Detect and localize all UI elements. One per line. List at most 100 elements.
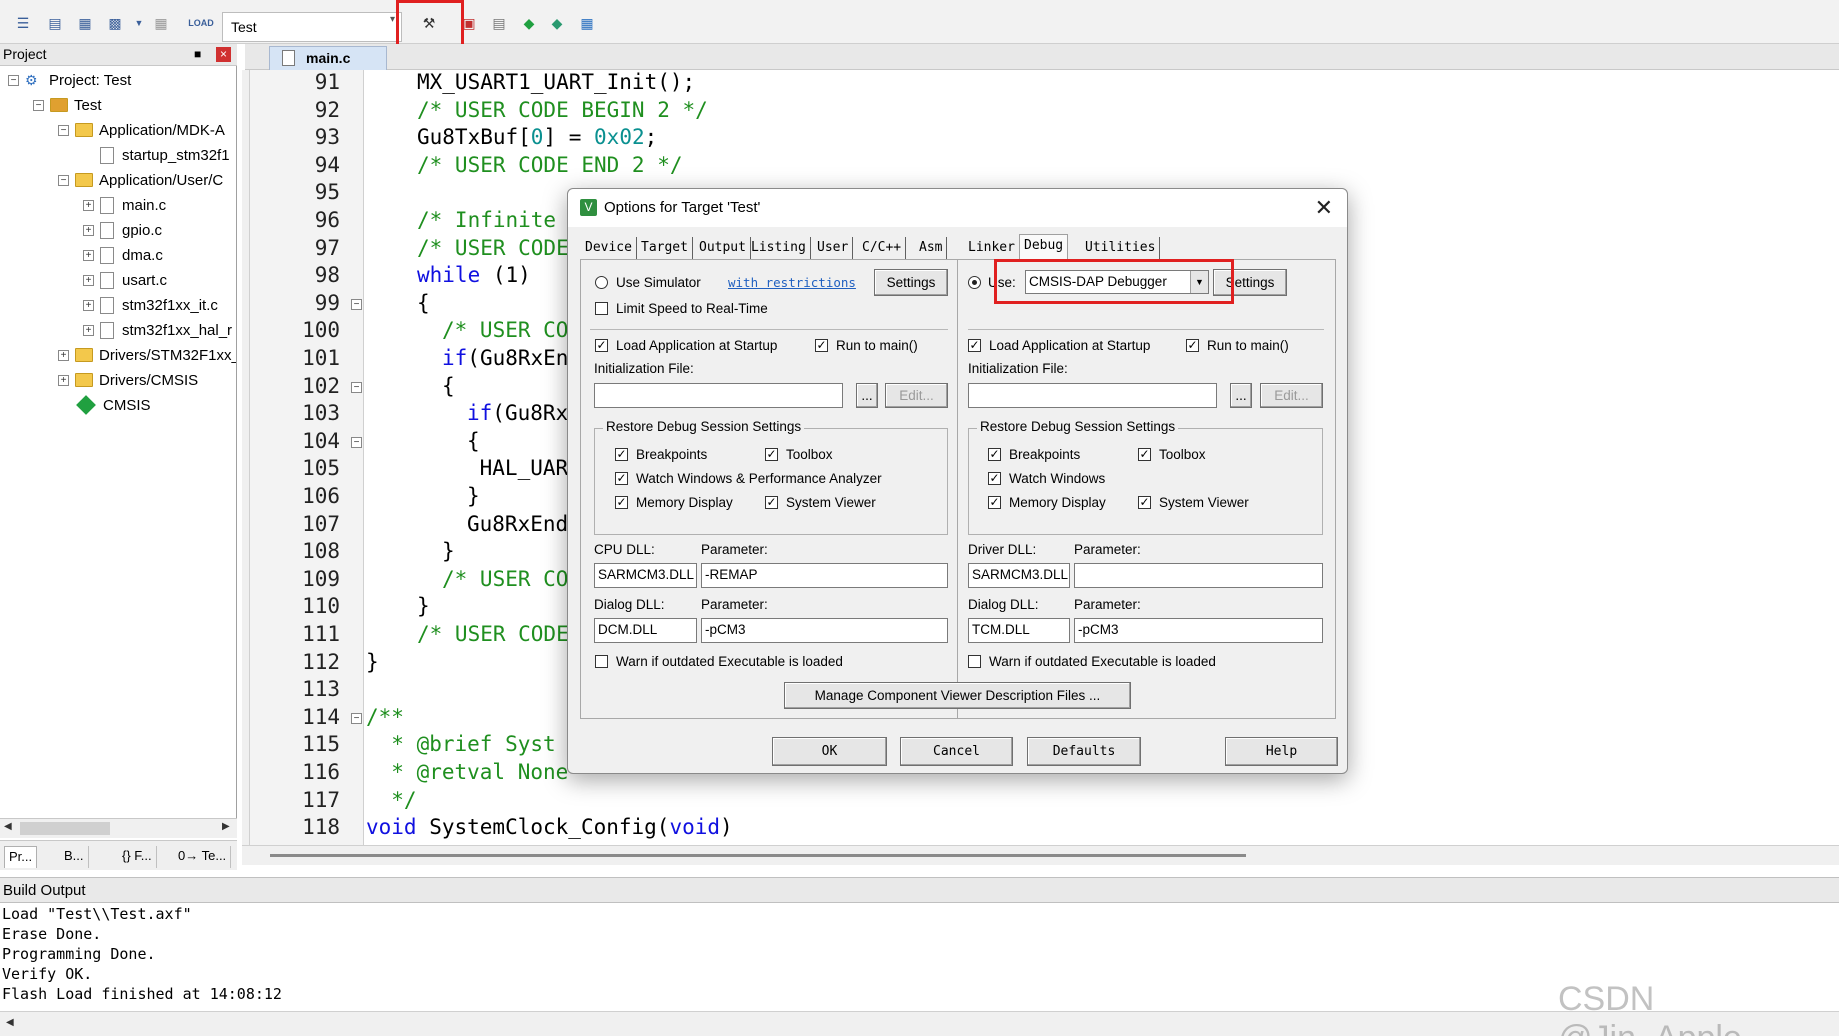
translate-icon[interactable]: ☰ xyxy=(12,12,34,34)
tree-item[interactable]: + stm32f1xx_it.c xyxy=(83,294,218,316)
cpu-dll-field[interactable]: SARMCM3.DLL xyxy=(594,563,697,588)
expand-icon[interactable]: + xyxy=(83,199,94,211)
select-packs-icon[interactable]: ◆ xyxy=(518,12,540,34)
batch-build-icon[interactable]: ▩ xyxy=(104,12,126,34)
target-select[interactable]: Test xyxy=(222,12,402,42)
scroll-thumb[interactable] xyxy=(20,822,110,835)
collapse-icon[interactable]: − xyxy=(58,174,69,186)
code-line[interactable]: HAL_UART xyxy=(467,456,581,480)
tab-utilities[interactable]: Utilities xyxy=(1081,237,1161,259)
edit-button[interactable]: Edit... xyxy=(1260,383,1323,408)
tree-item[interactable]: − ⚙ Project: Test xyxy=(8,69,131,91)
scroll-thumb[interactable] xyxy=(270,854,1246,857)
warn-outdated-checkbox[interactable] xyxy=(595,655,608,668)
run-time-env-icon[interactable]: ◆ xyxy=(546,12,568,34)
stop-build-icon[interactable]: ▦ xyxy=(150,12,172,34)
rebuild-icon[interactable]: ▦ xyxy=(74,12,96,34)
limit-speed-checkbox[interactable] xyxy=(595,302,608,315)
code-line[interactable]: /* USER CODE xyxy=(417,622,569,646)
load-app-checkbox[interactable]: ✓ xyxy=(968,339,981,352)
driver-parameter-field[interactable] xyxy=(1074,563,1323,588)
with-restrictions-link[interactable]: with restrictions xyxy=(728,275,856,290)
code-line[interactable]: /* USER COD xyxy=(442,567,581,591)
browse-button[interactable]: ... xyxy=(856,383,878,408)
close-icon[interactable]: × xyxy=(216,47,231,62)
tab-device[interactable]: Device xyxy=(581,237,637,259)
run-to-main-checkbox[interactable]: ✓ xyxy=(815,339,828,352)
manage-project-icon[interactable]: ▣ xyxy=(458,12,480,34)
fold-icon[interactable]: − xyxy=(351,712,362,724)
tab-c-c-[interactable]: C/C++ xyxy=(858,237,907,259)
tree-item[interactable]: + gpio.c xyxy=(83,219,162,241)
cpu-parameter-field[interactable]: -REMAP xyxy=(701,563,948,588)
code-line[interactable]: */ xyxy=(366,788,416,812)
browse-button[interactable]: ... xyxy=(1230,383,1252,408)
tree-item[interactable]: − Application/MDK-A xyxy=(58,119,225,141)
warn-outdated-checkbox[interactable] xyxy=(968,655,981,668)
tab-books[interactable]: B... xyxy=(60,846,89,868)
code-line[interactable]: MX_USART1_UART_Init(); xyxy=(417,70,695,94)
code-line[interactable]: /* USER CODE xyxy=(417,236,569,260)
collapse-icon[interactable]: − xyxy=(33,99,44,111)
dialog-parameter-field[interactable]: -pCM3 xyxy=(701,618,948,643)
tree-item[interactable]: + Drivers/STM32F1xx_ xyxy=(58,344,236,366)
ok-button[interactable]: OK xyxy=(772,737,887,766)
tab-debug[interactable]: Debug xyxy=(1019,234,1069,259)
help-button[interactable]: Help xyxy=(1225,737,1338,766)
code-line[interactable]: Gu8TxBuf[0] = 0x02; xyxy=(417,125,657,149)
toolbox-checkbox[interactable]: ✓ xyxy=(1138,448,1151,461)
tab-templates[interactable]: 0→ Te... xyxy=(174,846,232,868)
tab-linker[interactable]: Linker xyxy=(964,237,1020,259)
dialog-parameter-field[interactable]: -pCM3 xyxy=(1074,618,1323,643)
code-line[interactable]: * @retval None xyxy=(366,760,568,784)
code-line[interactable]: void SystemClock_Config(void) xyxy=(366,815,733,839)
toolbox-checkbox[interactable]: ✓ xyxy=(765,448,778,461)
code-line[interactable]: { xyxy=(442,374,455,398)
editor-scrollbar[interactable] xyxy=(242,845,1839,865)
manage-component-viewer-button[interactable]: Manage Component Viewer Description File… xyxy=(784,682,1131,709)
tab-listing[interactable]: Listing xyxy=(747,237,811,259)
init-file-input[interactable] xyxy=(968,383,1217,408)
fold-icon[interactable]: − xyxy=(351,436,362,448)
system-viewer-checkbox[interactable]: ✓ xyxy=(1138,496,1151,509)
expand-icon[interactable]: + xyxy=(58,374,69,386)
fold-icon[interactable]: − xyxy=(351,381,362,393)
scroll-left-icon[interactable]: ◀ xyxy=(4,821,12,832)
edit-button[interactable]: Edit... xyxy=(885,383,948,408)
use-debugger-radio[interactable] xyxy=(968,276,981,289)
expand-icon[interactable]: + xyxy=(83,274,94,286)
run-to-main-checkbox[interactable]: ✓ xyxy=(1186,339,1199,352)
driver-dll-field[interactable]: SARMCM3.DLL xyxy=(968,563,1070,588)
code-line[interactable]: { xyxy=(417,291,430,315)
collapse-icon[interactable]: − xyxy=(58,124,69,136)
load-app-checkbox[interactable]: ✓ xyxy=(595,339,608,352)
tree-item[interactable]: + usart.c xyxy=(83,269,167,291)
memory-display-checkbox[interactable]: ✓ xyxy=(615,496,628,509)
code-line[interactable]: { xyxy=(467,429,480,453)
tree-item[interactable]: +CMSIS xyxy=(58,394,151,416)
code-line[interactable]: if(Gu8RxEnd xyxy=(442,346,581,370)
memory-display-checkbox[interactable]: ✓ xyxy=(988,496,1001,509)
code-line[interactable]: if(Gu8RxD xyxy=(467,401,581,425)
tree-item[interactable]: + main.c xyxy=(83,194,166,216)
project-scrollbar[interactable]: ◀ ▶ xyxy=(0,818,237,838)
expand-icon[interactable]: + xyxy=(83,299,94,311)
dialog-dll-field[interactable]: DCM.DLL xyxy=(594,618,697,643)
tree-item[interactable]: +startup_stm32f1 xyxy=(83,144,230,166)
expand-icon[interactable]: + xyxy=(83,249,94,261)
dialog-dll-field[interactable]: TCM.DLL xyxy=(968,618,1070,643)
code-line[interactable]: /* USER COD xyxy=(442,318,581,342)
code-line[interactable]: } xyxy=(467,484,480,508)
tab-main-c[interactable]: main.c xyxy=(269,46,387,70)
code-line[interactable]: * @brief Syst xyxy=(366,732,555,756)
use-simulator-radio[interactable] xyxy=(595,276,608,289)
watch-windows-checkbox[interactable]: ✓ xyxy=(615,472,628,485)
code-line[interactable]: } xyxy=(417,594,430,618)
code-line[interactable]: } xyxy=(442,539,455,563)
breakpoints-checkbox[interactable]: ✓ xyxy=(988,448,1001,461)
code-line[interactable]: while (1) xyxy=(417,263,531,287)
system-viewer-checkbox[interactable]: ✓ xyxy=(765,496,778,509)
download-icon[interactable]: LOAD xyxy=(188,12,214,34)
component-icon[interactable]: ▦ xyxy=(576,12,598,34)
code-line[interactable]: } xyxy=(366,650,379,674)
